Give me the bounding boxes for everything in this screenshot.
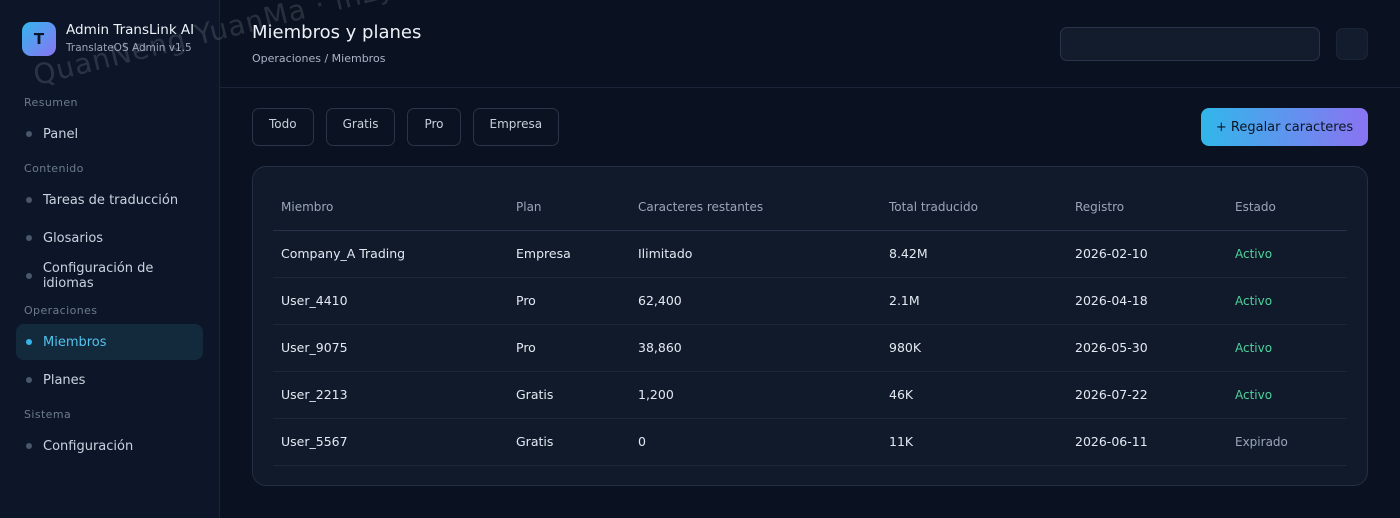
cell-member: User_4410 xyxy=(273,277,508,325)
sidebar-item-miembros[interactable]: Miembros xyxy=(16,324,203,360)
cell-registered: 2026-07-22 xyxy=(1067,371,1227,419)
bullet-icon xyxy=(26,339,32,345)
table-row[interactable]: User_5567 Gratis 0 11K 2026-06-11 Expira… xyxy=(273,418,1347,466)
bullet-icon xyxy=(26,131,32,137)
sidebar-item-tareas[interactable]: Tareas de traducción xyxy=(16,182,203,218)
header-action-button[interactable] xyxy=(1336,28,1368,60)
table-row[interactable]: User_2213 Gratis 1,200 46K 2026-07-22 Ac… xyxy=(273,371,1347,419)
cell-total: 2.1M xyxy=(881,277,1067,325)
nav-section-operaciones: Operaciones Miembros Planes xyxy=(16,304,203,398)
sidebar-item-label: Configuración de idiomas xyxy=(42,261,154,291)
cell-member: Company_A Trading xyxy=(273,230,508,278)
status-badge: Activo xyxy=(1227,324,1347,372)
brand: T Admin TransLink AI TranslateOS Admin v… xyxy=(22,22,203,56)
column-header-estado[interactable]: Estado xyxy=(1227,185,1347,231)
brand-subtitle: TranslateOS Admin v1.5 xyxy=(66,42,192,54)
cell-total: 11K xyxy=(881,418,1067,466)
table-row[interactable]: Company_A Trading Empresa Ilimitado 8.42… xyxy=(273,230,1347,278)
sidebar-item-label: Planes xyxy=(43,372,86,388)
column-header-miembro[interactable]: Miembro xyxy=(273,185,508,231)
table-row[interactable]: User_4410 Pro 62,400 2.1M 2026-04-18 Act… xyxy=(273,277,1347,325)
sidebar-item-panel[interactable]: Panel xyxy=(16,116,203,152)
cell-total: 8.42M xyxy=(881,230,1067,278)
bullet-icon xyxy=(26,443,32,449)
cell-remaining: 62,400 xyxy=(630,277,881,325)
nav-section-sistema: Sistema Configuración xyxy=(16,408,203,464)
cell-total: 980K xyxy=(881,324,1067,372)
column-header-caracteres[interactable]: Caracteres restantes xyxy=(630,185,881,231)
bullet-icon xyxy=(26,235,32,241)
table-row[interactable]: User_9075 Pro 38,860 980K 2026-05-30 Act… xyxy=(273,324,1347,372)
sidebar-item-glosarios[interactable]: Glosarios xyxy=(16,220,203,256)
brand-title: Admin TransLink AI xyxy=(66,22,195,38)
sidebar-item-label: Miembros xyxy=(43,334,107,350)
sidebar-item-planes[interactable]: Planes xyxy=(16,362,203,398)
nav-section-resumen: Resumen Panel xyxy=(16,96,203,152)
bullet-icon xyxy=(26,273,32,279)
app-root: T Admin TransLink AI TranslateOS Admin v… xyxy=(0,0,1400,518)
page-header: Miembros y planes Operaciones / Miembros xyxy=(220,0,1400,88)
section-label: Contenido xyxy=(24,162,84,175)
sidebar-item-label: Tareas de traducción xyxy=(43,192,179,208)
cell-member: User_2213 xyxy=(273,371,508,419)
cell-plan: Pro xyxy=(508,277,630,325)
search-input[interactable] xyxy=(1060,27,1320,61)
cell-remaining: 1,200 xyxy=(630,371,881,419)
filter-empresa-button[interactable]: Empresa xyxy=(472,108,560,146)
table-header-row: Miembro Plan Caracteres restantes Total … xyxy=(273,185,1347,231)
bullet-icon xyxy=(26,197,32,203)
sidebar-item-idiomas[interactable]: Configuración de idiomas xyxy=(16,258,203,294)
cell-registered: 2026-04-18 xyxy=(1067,277,1227,325)
cell-member: User_9075 xyxy=(273,324,508,372)
cell-plan: Gratis xyxy=(508,371,630,419)
cell-plan: Gratis xyxy=(508,418,630,466)
brand-logo: T xyxy=(22,22,56,56)
filter-gratis-button[interactable]: Gratis xyxy=(325,108,396,146)
members-table: Miembro Plan Caracteres restantes Total … xyxy=(273,185,1347,466)
cell-registered: 2026-02-10 xyxy=(1067,230,1227,278)
sidebar-item-label: Glosarios xyxy=(43,230,104,246)
sidebar: T Admin TransLink AI TranslateOS Admin v… xyxy=(0,0,220,518)
sidebar-item-label: Configuración xyxy=(43,438,134,454)
plan-filters: Todo Gratis Pro Empresa xyxy=(252,108,560,146)
main-content: Miembros y planes Operaciones / Miembros… xyxy=(220,0,1400,518)
sidebar-item-configuracion[interactable]: Configuración xyxy=(16,428,203,464)
cell-remaining: 0 xyxy=(630,418,881,466)
status-badge: Activo xyxy=(1227,230,1347,278)
status-badge: Expirado xyxy=(1227,418,1347,466)
column-header-registro[interactable]: Registro xyxy=(1067,185,1227,231)
column-header-plan[interactable]: Plan xyxy=(508,185,630,231)
status-badge: Activo xyxy=(1227,371,1347,419)
brand-text: Admin TransLink AI TranslateOS Admin v1.… xyxy=(66,22,194,56)
cell-member: User_5567 xyxy=(273,418,508,466)
status-badge: Activo xyxy=(1227,277,1347,325)
filter-todo-button[interactable]: Todo xyxy=(252,108,314,146)
gift-characters-button[interactable]: + Regalar caracteres xyxy=(1201,108,1368,146)
column-header-total[interactable]: Total traducido xyxy=(881,185,1067,231)
cell-registered: 2026-06-11 xyxy=(1067,418,1227,466)
members-table-card: Miembro Plan Caracteres restantes Total … xyxy=(252,166,1368,486)
section-label: Sistema xyxy=(24,408,72,421)
bullet-icon xyxy=(26,377,32,383)
cell-total: 46K xyxy=(881,371,1067,419)
nav-section-contenido: Contenido Tareas de traducción Glosarios… xyxy=(16,162,203,294)
cell-registered: 2026-05-30 xyxy=(1067,324,1227,372)
sidebar-item-label: Panel xyxy=(43,126,79,142)
section-label: Operaciones xyxy=(24,304,98,317)
filter-pro-button[interactable]: Pro xyxy=(407,108,461,146)
cell-plan: Empresa xyxy=(508,230,630,278)
cell-remaining: Ilimitado xyxy=(630,230,881,278)
cell-remaining: 38,860 xyxy=(630,324,881,372)
cell-plan: Pro xyxy=(508,324,630,372)
section-label: Resumen xyxy=(24,96,78,109)
